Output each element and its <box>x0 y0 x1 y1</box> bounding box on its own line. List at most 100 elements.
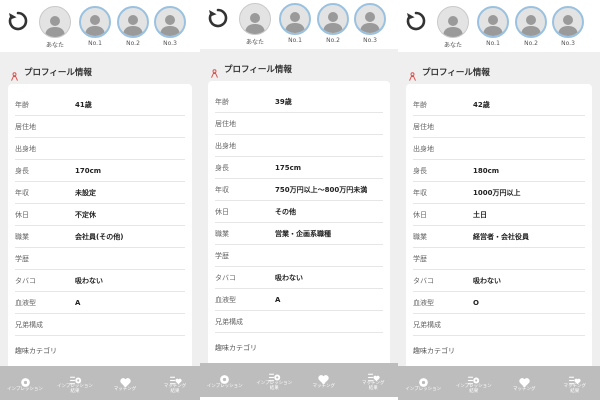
refresh-icon[interactable] <box>6 9 30 33</box>
impression-icon <box>19 374 32 387</box>
row-label: 居住地 <box>215 119 236 128</box>
profile-row: 身長 175cm <box>215 157 383 179</box>
profile-row: 年収 未設定 <box>15 182 185 204</box>
nav-tab-1[interactable]: インプレッション <box>200 363 250 397</box>
nav-label: インプレッション <box>7 386 43 392</box>
row-label: 職業 <box>413 232 427 241</box>
nav-tab-2[interactable]: インプレッション 結果 <box>250 363 300 397</box>
nav-tab-4[interactable]: マッチング 結果 <box>349 363 399 397</box>
row-label: 学歴 <box>215 251 229 260</box>
profile-row: 血液型 A <box>15 292 185 314</box>
nav-tab-2[interactable]: インプレッション 結果 <box>50 366 100 400</box>
avatar-no3[interactable]: No.3 <box>551 6 585 47</box>
avatar-image <box>552 6 584 38</box>
nav-label: マッチング <box>312 383 336 389</box>
row-value: 42歳 <box>473 100 490 109</box>
row-value: 175cm <box>275 163 302 172</box>
avatar-image <box>515 6 547 38</box>
avatar-label: No.1 <box>88 40 102 47</box>
row-label: 血液型 <box>413 298 434 307</box>
avatar-no2[interactable]: No.2 <box>116 6 150 47</box>
avatar-image <box>477 6 509 38</box>
profile-content: プロフィール情報 年齢 41歳 居住地 出身地 身長 170cm 年収 未設定 休日 不定休 職業 会社… <box>0 52 200 400</box>
matching-result-icon <box>568 372 581 385</box>
avatar-you[interactable]: あなた <box>38 6 72 49</box>
row-value: 営業・企画系職種 <box>275 229 331 238</box>
nav-tab-4[interactable]: マッチング 結果 <box>150 366 200 400</box>
nav-tab-3[interactable]: マッチング <box>100 366 150 400</box>
nav-icon-wrap <box>69 371 82 385</box>
profile-row: 兄弟構成 <box>215 311 383 333</box>
bottom-nav: インプレッション インプレッション 結果 マッチング マッチング 結果 <box>398 366 600 400</box>
profile-row: 出身地 <box>15 138 185 160</box>
row-label: 年齢 <box>15 100 29 109</box>
hobby-category-label: 趣味カテゴリ <box>15 347 57 355</box>
avatar-no2[interactable]: No.2 <box>316 3 350 44</box>
impression-icon <box>417 374 430 387</box>
avatar-label: No.2 <box>524 40 538 47</box>
avatar-image <box>317 3 349 35</box>
avatar-label: No.1 <box>288 37 302 44</box>
refresh-icon[interactable] <box>404 9 428 33</box>
avatar-image <box>117 6 149 38</box>
nav-icon-wrap <box>317 371 330 385</box>
row-value: A <box>275 295 281 304</box>
avatar-no3[interactable]: No.3 <box>353 3 387 44</box>
impression-icon <box>218 371 231 384</box>
profile-row: 居住地 <box>215 113 383 135</box>
row-label: 出身地 <box>15 144 36 153</box>
nav-sublabel: 結果 <box>570 389 580 394</box>
avatar-no2[interactable]: No.2 <box>514 6 548 47</box>
impression-result-icon <box>268 369 281 382</box>
row-label: タバコ <box>413 276 434 285</box>
avatar-you[interactable]: あなた <box>436 6 470 49</box>
row-label: 年収 <box>15 188 29 197</box>
avatar-no1[interactable]: No.1 <box>476 6 510 47</box>
person-icon <box>210 64 219 78</box>
refresh-icon[interactable] <box>206 6 230 30</box>
profile-card: 年齢 39歳 居住地 出身地 身長 175cm 年収 750万円以上～800万円未満 休日 その他… <box>208 81 390 397</box>
row-value: A <box>75 298 81 307</box>
profile-row: 兄弟構成 <box>413 314 585 336</box>
row-label: 職業 <box>15 232 29 241</box>
avatar-image <box>154 6 186 38</box>
row-value: 170cm <box>75 166 102 175</box>
avatar-you[interactable]: あなた <box>238 3 272 46</box>
avatar-label: No.3 <box>561 40 575 47</box>
nav-tab-3[interactable]: マッチング <box>499 366 550 400</box>
bottom-nav: インプレッション インプレッション 結果 マッチング マッチング 結果 <box>0 366 200 400</box>
row-label: 血液型 <box>215 295 236 304</box>
row-label: 学歴 <box>413 254 427 263</box>
avatar-no1[interactable]: No.1 <box>278 3 312 44</box>
row-value: 180cm <box>473 166 500 175</box>
nav-tab-4[interactable]: マッチング 結果 <box>550 366 600 400</box>
profile-panel-2: あなた No.1 No.2 No.3 プロフィール情報 年齢 39歳 居住地 出身地 身長 175c… <box>200 0 398 397</box>
avatar-no1[interactable]: No.1 <box>78 6 112 47</box>
nav-icon-wrap <box>417 374 430 388</box>
profile-row: 職業 会社員(その他) <box>15 226 185 248</box>
nav-tab-3[interactable]: マッチング <box>299 363 349 397</box>
nav-label: インプレッション <box>405 386 442 392</box>
row-value: 750万円以上～800万円未満 <box>275 185 368 194</box>
nav-sublabel: 結果 <box>469 389 479 394</box>
row-label: 職業 <box>215 229 229 238</box>
avatar-image <box>437 6 469 38</box>
row-value: O <box>473 298 479 307</box>
nav-tab-1[interactable]: インプレッション <box>398 366 449 400</box>
nav-icon-wrap <box>119 374 132 388</box>
profile-panel-1: あなた No.1 No.2 No.3 プロフィール情報 年齢 41歳 居住地 出身地 身長 170c… <box>0 0 200 400</box>
nav-tab-1[interactable]: インプレッション <box>0 366 50 400</box>
profile-content: プロフィール情報 年齢 39歳 居住地 出身地 身長 175cm 年収 750万円以上～800万… <box>200 49 398 397</box>
avatar-image <box>79 6 111 38</box>
avatar-label: あなた <box>443 42 462 49</box>
profile-row: タバコ 吸わない <box>15 270 185 292</box>
section-header: プロフィール情報 <box>408 66 490 81</box>
profile-row: 学歴 <box>215 245 383 267</box>
row-label: 出身地 <box>413 144 434 153</box>
person-icon <box>408 67 417 81</box>
avatar-no3[interactable]: No.3 <box>153 6 187 47</box>
profile-row: 年齢 42歳 <box>413 94 585 116</box>
profile-row: 職業 経営者・会社役員 <box>413 226 585 248</box>
nav-tab-2[interactable]: インプレッション 結果 <box>449 366 500 400</box>
row-label: 身長 <box>215 163 229 172</box>
